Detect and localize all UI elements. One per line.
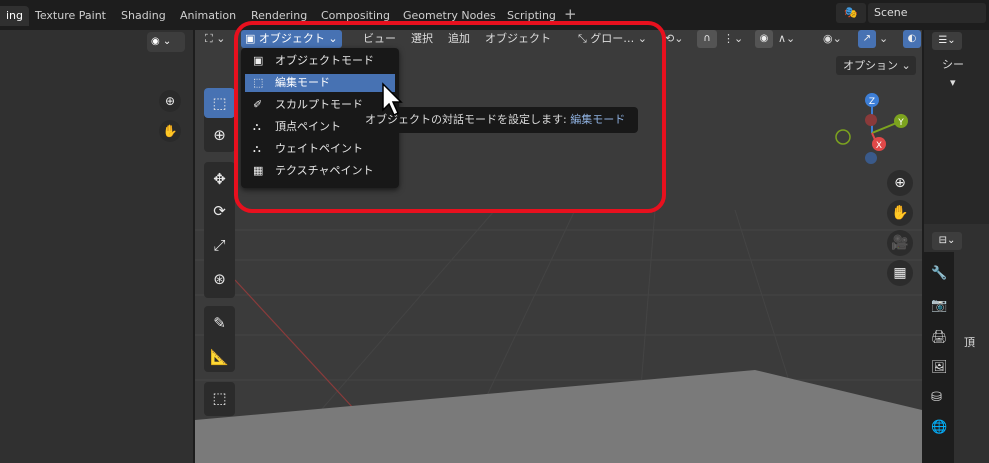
zoom-icon[interactable]: ⊕ (159, 90, 181, 112)
falloff-icon[interactable]: ∧⌄ (778, 30, 795, 48)
visibility-icon[interactable]: ◉⌄ (823, 30, 842, 48)
outliner-item[interactable]: シー (942, 56, 964, 72)
properties-tab-column: 🔧 📷 🖨 🖼 ⛁ 🌐 (924, 252, 954, 463)
options-dropdown[interactable]: オプション ⌄ (836, 56, 916, 75)
snap-element-icon[interactable]: ⋮⌄ (723, 30, 743, 48)
proportional-edit-icon[interactable]: ◉ (755, 30, 773, 48)
tab-texture-paint[interactable]: Texture Paint (29, 6, 112, 26)
scene-selector[interactable]: 🎭 Scene (836, 3, 986, 23)
scene-icon[interactable]: 🎭 (836, 3, 866, 23)
pivot-point-icon[interactable]: ⟲⌄ (665, 30, 683, 48)
tool-settings-icon[interactable]: 🔧 (931, 266, 947, 281)
zoom-icon[interactable]: ⊕ (887, 170, 913, 196)
gizmo-x-label: X (876, 141, 882, 151)
snap-toggle-icon[interactable]: ∩ (697, 30, 717, 48)
left-editor-panel: ◉ ⌄ ⊕ ✋ (0, 30, 193, 463)
hand-pan-icon[interactable]: ✋ (159, 120, 181, 142)
transform-tool-icon[interactable]: ⊛ (204, 264, 235, 294)
move-tool-icon[interactable]: ✥ (204, 164, 235, 194)
transform-pivot-icon[interactable]: ⛶ ⌄ (205, 30, 225, 48)
view-layer-icon[interactable]: 🖼 (931, 360, 948, 375)
add-cube-tool-icon[interactable]: ⬚ (204, 383, 235, 413)
camera-icon[interactable]: 🎥 (887, 230, 913, 256)
gizmo-y-label: Y (897, 118, 904, 128)
gizmo-z-label: Z (869, 97, 875, 107)
output-icon[interactable]: 🖨 (931, 330, 948, 345)
outliner-panel: ☰⌄ シー ▾ (924, 30, 989, 224)
tab-layout[interactable]: ing (0, 6, 30, 26)
tab-animation[interactable]: Animation (174, 6, 242, 26)
properties-body: 頂 (954, 252, 989, 463)
properties-editor-type-dropdown[interactable]: ⊟⌄ (932, 232, 962, 250)
navigation-gizmo[interactable]: Z Y X (827, 88, 917, 178)
annotate-tool-icon[interactable]: ✎ (204, 308, 235, 338)
tab-shading[interactable]: Shading (115, 6, 172, 26)
scale-tool-icon[interactable]: ⤢ (204, 230, 235, 260)
gizmo-toggle-icon[interactable]: ↗ (858, 30, 876, 48)
editor-type-dropdown[interactable]: ◉ ⌄ (147, 32, 185, 52)
properties-section-header[interactable]: 頂 (964, 334, 975, 350)
scene-icon[interactable]: ⛁ (931, 390, 942, 405)
select-box-tool-icon[interactable]: ⬚ (204, 88, 235, 118)
perspective-grid-icon[interactable]: ▦ (887, 260, 913, 286)
right-editor-panels: ☰⌄ シー ▾ ⊟⌄ 🔧 📷 🖨 🖼 ⛁ 🌐 頂 (924, 30, 989, 463)
outliner-collection-item[interactable]: ▾ (950, 76, 956, 89)
highlight-annotation-box (234, 21, 666, 213)
overlay-toggle-icon[interactable]: ◐ (903, 30, 921, 48)
measure-tool-icon[interactable]: 📐 (204, 342, 235, 372)
gizmo-dropdown-icon[interactable]: ⌄ (879, 30, 888, 48)
scene-name-field[interactable]: Scene (868, 3, 986, 23)
hand-pan-icon[interactable]: ✋ (887, 200, 913, 226)
cursor-tool-icon[interactable]: ⊕ (204, 120, 235, 150)
outliner-editor-type-dropdown[interactable]: ☰⌄ (932, 32, 962, 50)
rotate-tool-icon[interactable]: ⟳ (204, 196, 235, 226)
world-icon[interactable]: 🌐 (931, 420, 947, 435)
render-icon[interactable]: 📷 (931, 298, 947, 313)
